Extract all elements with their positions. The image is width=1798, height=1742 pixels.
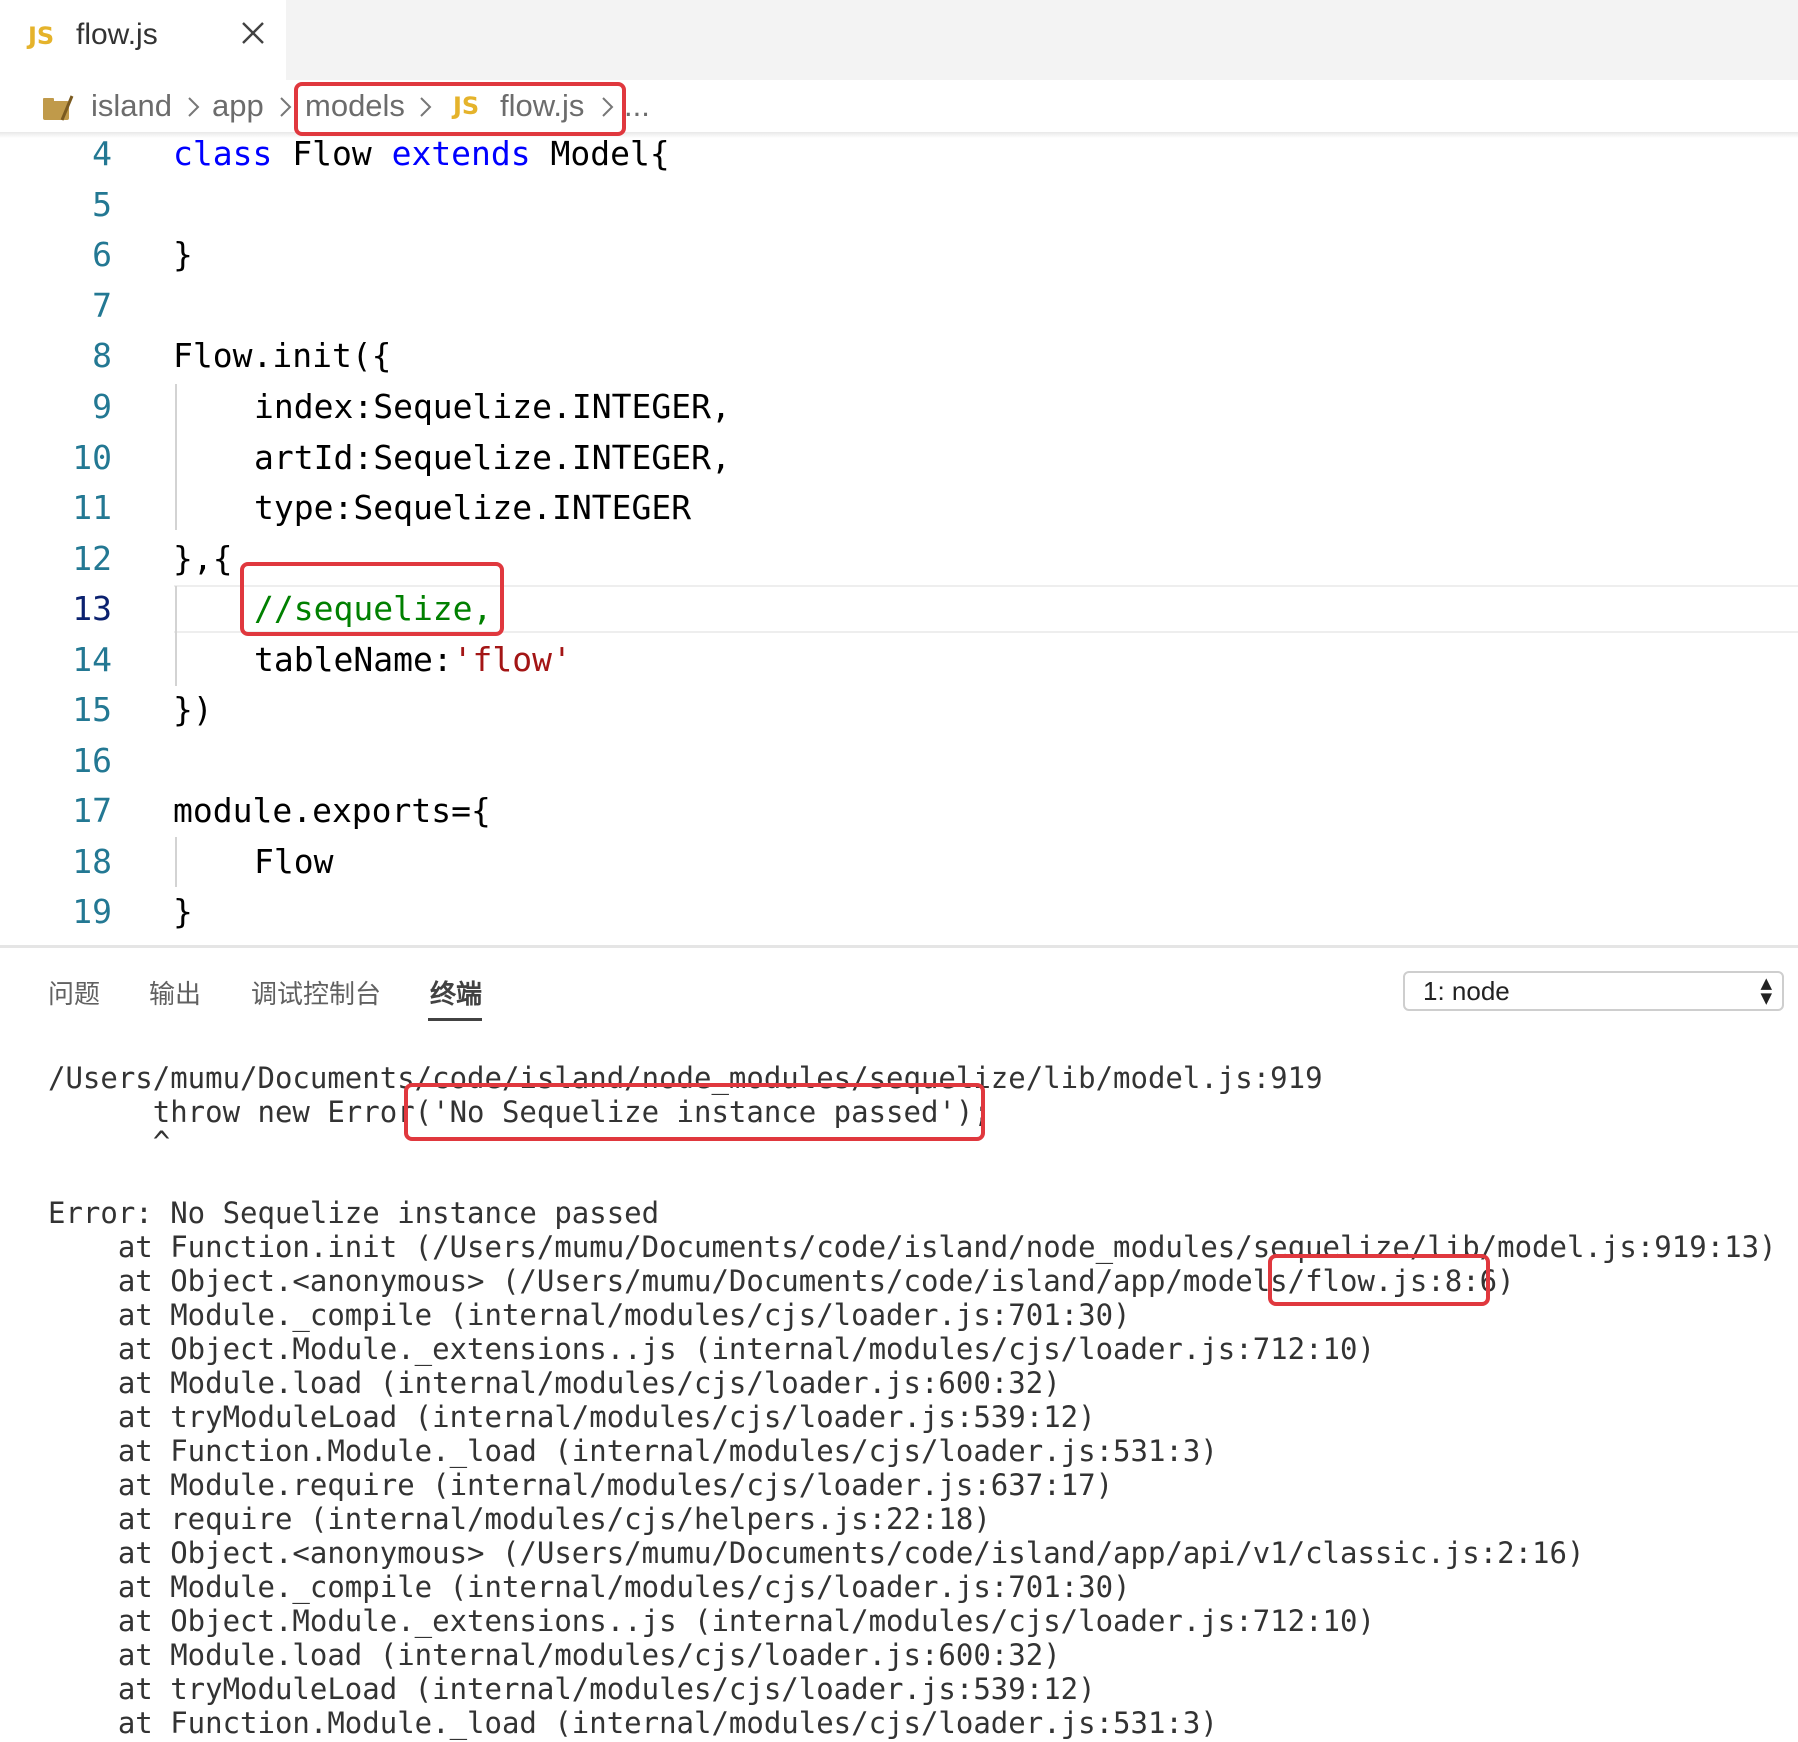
terminal-line: at require (internal/modules/cjs/helpers…: [48, 1502, 991, 1536]
terminal-line: ^: [48, 1125, 171, 1159]
tab-label: flow.js: [76, 18, 158, 51]
active-tab-indicator: [428, 1018, 482, 1021]
terminal-line: Error: No Sequelize instance passed: [48, 1196, 660, 1230]
indent-guide: [175, 837, 177, 887]
breadcrumb-item-island[interactable]: island: [91, 88, 172, 124]
line-number: 15: [72, 690, 112, 729]
code-string: 'flow': [452, 640, 572, 679]
breadcrumb-item-more[interactable]: ...: [624, 88, 650, 124]
tab-terminal[interactable]: 终端: [430, 974, 482, 1011]
code-line[interactable]: }): [173, 690, 213, 729]
code-line[interactable]: class Flow extends Model{: [173, 134, 670, 173]
tab-output[interactable]: 输出: [149, 974, 201, 1011]
indent-guide: [175, 384, 177, 530]
code-keyword: class: [173, 134, 273, 173]
code-line[interactable]: module.exports={: [173, 791, 491, 830]
line-number: 12: [72, 539, 112, 578]
folder-icon: [43, 95, 74, 121]
javascript-file-icon: JS: [28, 22, 55, 50]
editor-tab-flow-js[interactable]: JS flow.js: [0, 0, 286, 80]
terminal-line: at Object.Module._extensions..js (intern…: [48, 1604, 1375, 1638]
line-number: 11: [72, 488, 112, 527]
code-token: Model{: [550, 134, 670, 173]
code-line[interactable]: }: [173, 892, 193, 931]
code-keyword: extends: [391, 134, 531, 173]
line-number: 19: [72, 892, 112, 931]
line-number: 14: [72, 640, 112, 679]
annotation-box-breadcrumb: [294, 82, 626, 136]
terminal-line: at Function.Module._load (internal/modul…: [48, 1434, 1218, 1468]
code-token: tableName:: [254, 640, 453, 679]
line-number-active: 13: [72, 589, 112, 628]
terminal-line: at Function.Module._load (internal/modul…: [48, 1706, 1218, 1740]
code-line[interactable]: }: [173, 235, 193, 274]
terminal-line: at Module.load (internal/modules/cjs/loa…: [48, 1366, 1061, 1400]
terminal-select-dropdown[interactable]: 1: node ▲ ▼: [1403, 971, 1784, 1011]
terminal-line: at tryModuleLoad (internal/modules/cjs/l…: [48, 1672, 1096, 1706]
terminal-line: at Object.<anonymous> (/Users/mumu/Docum…: [48, 1536, 1585, 1570]
terminal-line: at Module.load (internal/modules/cjs/loa…: [48, 1638, 1061, 1672]
annotation-box-error-message: [404, 1083, 985, 1141]
code-token: Flow: [292, 134, 372, 173]
breadcrumb: island app models JS flow.js ...: [0, 80, 1798, 134]
terminal-line: at Module._compile (internal/modules/cjs…: [48, 1298, 1131, 1332]
select-arrows-icon: ▲ ▼: [1760, 974, 1772, 1007]
code-line[interactable]: Flow.init({: [173, 336, 392, 375]
chevron-right-icon: [188, 97, 200, 117]
code-line[interactable]: type:Sequelize.INTEGER: [254, 488, 691, 527]
line-number: 18: [72, 842, 112, 881]
annotation-box-comment: [240, 562, 504, 636]
line-number: 9: [92, 387, 112, 426]
terminal-line: at Object.Module._extensions..js (intern…: [48, 1332, 1375, 1366]
line-number: 4: [92, 134, 112, 173]
panel-border: [0, 945, 1798, 948]
line-number: 8: [92, 336, 112, 375]
annotation-box-flow-location: [1268, 1254, 1490, 1306]
tab-debug-console[interactable]: 调试控制台: [251, 974, 381, 1011]
indent-guide: [175, 586, 177, 686]
terminal-line: at Function.init (/Users/mumu/Documents/…: [48, 1230, 1777, 1264]
chevron-right-icon: [280, 97, 292, 117]
line-number: 5: [92, 185, 112, 224]
line-number: 10: [72, 438, 112, 477]
code-line[interactable]: artId:Sequelize.INTEGER,: [254, 438, 731, 477]
breadcrumb-item-app[interactable]: app: [212, 88, 264, 124]
terminal-line: at Module._compile (internal/modules/cjs…: [48, 1570, 1131, 1604]
line-number: 7: [92, 286, 112, 325]
terminal-line: at Module.require (internal/modules/cjs/…: [48, 1468, 1114, 1502]
terminal-line: at tryModuleLoad (internal/modules/cjs/l…: [48, 1400, 1096, 1434]
code-line[interactable]: Flow: [254, 842, 333, 881]
code-line[interactable]: },{: [173, 539, 233, 578]
code-line[interactable]: tableName:'flow': [254, 640, 572, 679]
line-number: 6: [92, 235, 112, 274]
line-number: 17: [72, 791, 112, 830]
line-number: 16: [72, 741, 112, 780]
terminal-select-value: 1: node: [1423, 976, 1510, 1006]
tab-problems[interactable]: 问题: [48, 974, 100, 1011]
code-line[interactable]: index:Sequelize.INTEGER,: [254, 387, 731, 426]
close-icon[interactable]: [238, 18, 268, 48]
